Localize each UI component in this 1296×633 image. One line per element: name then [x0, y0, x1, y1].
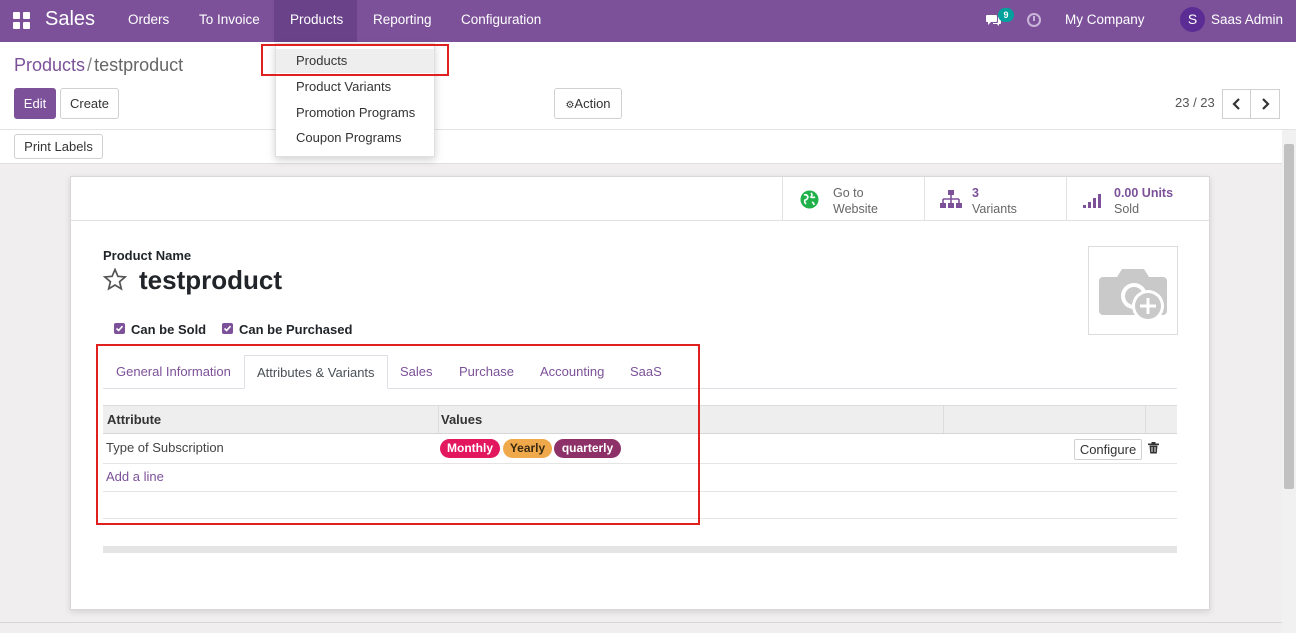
pager-next-button[interactable]: [1250, 89, 1280, 119]
column-separator: [1145, 406, 1146, 433]
variants-button[interactable]: 3 Variants: [924, 177, 1066, 220]
footer-divider: [0, 622, 1282, 623]
website-line-2: Website: [833, 202, 878, 216]
message-count-badge: 9: [998, 8, 1014, 22]
breadcrumb-products-link[interactable]: Products: [14, 55, 85, 75]
scrollbar-thumb[interactable]: [1284, 144, 1294, 489]
menu-to-invoice[interactable]: To Invoice: [186, 0, 272, 42]
globe-icon: [800, 190, 819, 209]
top-navbar: Sales Orders To Invoice Products Reporti…: [0, 0, 1296, 42]
star-icon[interactable]: [103, 268, 127, 291]
sitemap-icon: [940, 190, 962, 208]
units-sold-value: 0.00 Units: [1114, 186, 1174, 200]
units-sold-button[interactable]: 0.00 Units Sold: [1066, 177, 1209, 220]
check-icon: [115, 325, 124, 332]
can-be-purchased-checkbox[interactable]: [222, 323, 233, 334]
configure-button[interactable]: Configure: [1074, 439, 1142, 460]
notes-separator-bar: [103, 546, 1177, 553]
user-menu[interactable]: Saas Admin: [1211, 12, 1283, 27]
edit-button[interactable]: Edit: [14, 88, 56, 119]
breadcrumb: Products / testproduct: [14, 55, 183, 76]
pager-previous-button[interactable]: [1222, 89, 1252, 119]
dropdown-item-product-variants[interactable]: Product Variants: [276, 75, 434, 99]
highlight-tabs-box: [96, 344, 700, 525]
avatar[interactable]: S: [1180, 7, 1205, 32]
vertical-scrollbar[interactable]: [1282, 130, 1296, 633]
dropdown-item-promotion-programs[interactable]: Promotion Programs: [276, 101, 434, 125]
units-sold-label: Sold: [1114, 202, 1140, 216]
column-separator: [943, 406, 944, 433]
bar-chart-icon: [1083, 194, 1101, 208]
breadcrumb-current: testproduct: [94, 55, 184, 75]
apps-grid-icon[interactable]: [13, 12, 30, 29]
print-labels-button[interactable]: Print Labels: [14, 134, 103, 159]
chevron-right-icon: [1262, 98, 1270, 110]
product-name-label: Product Name: [103, 248, 192, 263]
menu-configuration[interactable]: Configuration: [448, 0, 558, 42]
check-icon: [223, 325, 232, 332]
website-line-1: Go to: [833, 186, 864, 200]
company-switcher[interactable]: My Company: [1065, 12, 1145, 27]
app-title[interactable]: Sales: [45, 8, 95, 31]
camera-add-icon: [1099, 269, 1167, 322]
menu-reporting[interactable]: Reporting: [360, 0, 446, 42]
can-be-sold-checkbox[interactable]: [114, 323, 125, 334]
can-be-purchased-label: Can be Purchased: [239, 322, 353, 337]
breadcrumb-separator: /: [87, 55, 93, 75]
activity-clock-icon[interactable]: [1027, 13, 1041, 27]
create-button[interactable]: Create: [60, 88, 119, 119]
smart-buttons-bar: Go to Website 3 Variants 0.00 Units Sold: [71, 177, 1209, 221]
action-label: Action: [574, 96, 611, 111]
action-button[interactable]: ⚙Action: [554, 88, 622, 119]
trash-icon[interactable]: [1148, 442, 1159, 454]
dropdown-item-coupon-programs[interactable]: Coupon Programs: [276, 126, 434, 150]
menu-products[interactable]: Products: [274, 0, 357, 42]
variants-count: 3: [972, 186, 979, 200]
go-to-website-button[interactable]: Go to Website: [782, 177, 924, 220]
menu-orders[interactable]: Orders: [115, 0, 180, 42]
highlight-products-box: [261, 44, 449, 76]
product-image-upload[interactable]: [1088, 246, 1178, 335]
variants-label: Variants: [972, 202, 1017, 216]
can-be-sold-label: Can be Sold: [131, 322, 207, 337]
control-panel-divider: [0, 129, 1296, 130]
pager-value[interactable]: 23 / 23: [1175, 95, 1215, 110]
chevron-left-icon: [1232, 98, 1240, 110]
product-name: testproduct: [139, 265, 282, 295]
